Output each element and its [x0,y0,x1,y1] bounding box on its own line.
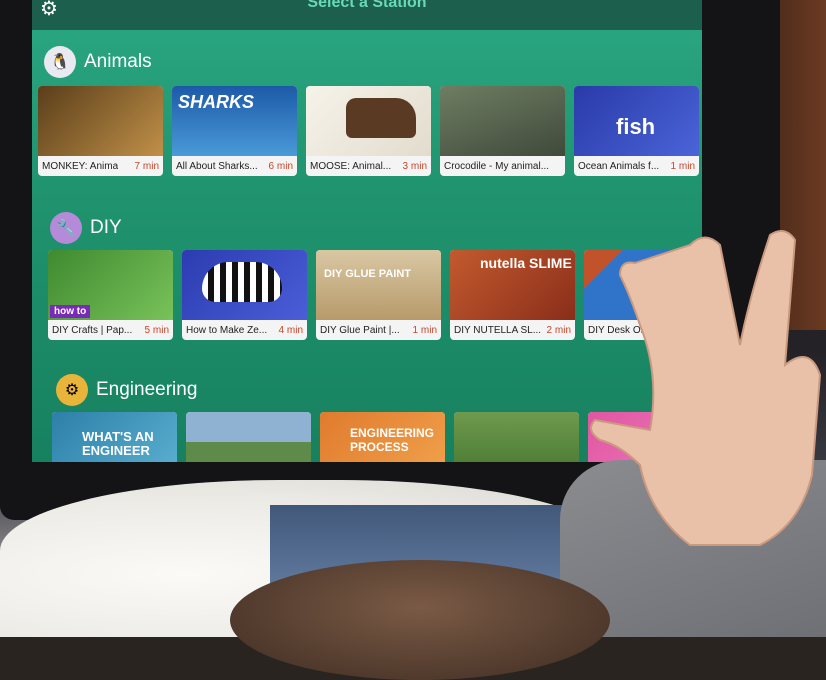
video-title: How to Make Ze... [186,325,268,336]
thumbnail-text: DIY GLUE PAINT [324,268,411,280]
section-label: Animals [84,51,152,72]
page-title: Select a Station [307,0,427,11]
video-card[interactable] [454,412,579,462]
video-thumbnail [38,86,163,156]
thumbnail-text: nutella SLIME [480,255,572,271]
video-thumbnail [454,412,579,462]
video-thumbnail: fish [574,86,699,156]
video-card[interactable]: WHAT'S AN ENGINEER [52,412,177,462]
video-card[interactable]: how to DIY Crafts | Pap... 5 min [48,250,173,340]
section-header-diy: 🔧 DIY [50,212,122,244]
video-card[interactable]: SHARKS All About Sharks... 6 min [172,86,297,176]
video-thumbnail: SHARKS [172,86,297,156]
thumbnail-text: SHARKS [178,92,255,112]
child-hand [590,230,822,546]
video-duration: 3 min [402,161,427,172]
video-thumbnail: how to [48,250,173,320]
video-thumbnail: ENGINEERING PROCESS [320,412,445,462]
video-duration: 4 min [278,325,303,336]
video-card[interactable]: MOOSE: Animal... 3 min [306,86,431,176]
video-title: All About Sharks... [176,161,258,172]
video-duration: 2 min [546,325,571,336]
video-card[interactable]: nutella SLIME DIY NUTELLA SL... 2 min [450,250,575,340]
video-thumbnail: WHAT'S AN ENGINEER [52,412,177,462]
gears-icon: ⚙ [56,374,88,406]
video-card[interactable] [186,412,311,462]
video-thumbnail [306,86,431,156]
video-duration: 1 min [412,325,437,336]
tools-icon: 🔧 [50,212,82,244]
video-title: DIY Glue Paint |... [320,325,400,336]
video-thumbnail [186,412,311,462]
top-bar: ⚙ Select a Station [32,0,702,30]
video-card[interactable]: How to Make Ze... 4 min [182,250,307,340]
section-label: Engineering [96,379,198,400]
section-label: DIY [90,217,122,238]
video-title: Ocean Animals f... [578,161,660,172]
video-title: Crocodile - My animal... [444,161,550,172]
video-duration: 5 min [144,325,169,336]
video-duration: 1 min [670,161,695,172]
penguin-icon: 🐧 [44,46,76,78]
thumbnail-text: ENGINEERING PROCESS [350,426,435,454]
section-header-animals: 🐧 Animals [44,46,152,78]
child-head [230,560,610,680]
video-duration: 7 min [134,161,159,172]
video-thumbnail: DIY GLUE PAINT [316,250,441,320]
video-card[interactable]: MONKEY: Anima 7 min [38,86,163,176]
video-thumbnail: nutella SLIME [450,250,575,320]
video-title: DIY Crafts | Pap... [52,325,133,336]
moose-shape [346,98,416,138]
video-thumbnail [182,250,307,320]
card-row-animals: MONKEY: Anima 7 min SHARKS All About Shar… [38,86,699,176]
thumbnail-text: fish [616,114,656,139]
video-title: DIY NUTELLA SL... [454,325,542,336]
video-card[interactable]: fish Ocean Animals f... 1 min [574,86,699,176]
section-header-engineering: ⚙ Engineering [56,374,197,406]
video-title: MONKEY: Anima [42,161,119,172]
video-duration: 6 min [268,161,293,172]
video-thumbnail [440,86,565,156]
video-card[interactable]: Crocodile - My animal... [440,86,565,176]
video-card[interactable]: DIY GLUE PAINT DIY Glue Paint |... 1 min [316,250,441,340]
video-title: MOOSE: Animal... [310,161,392,172]
thumbnail-text: how to [50,305,91,318]
video-card[interactable]: ENGINEERING PROCESS [320,412,445,462]
zebra-mask-shape [202,262,282,302]
thumbnail-text: WHAT'S AN ENGINEER [82,429,154,458]
